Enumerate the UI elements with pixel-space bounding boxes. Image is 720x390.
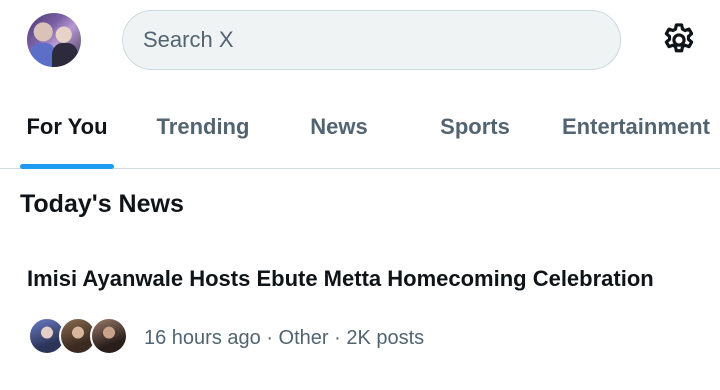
active-tab-indicator	[20, 164, 114, 169]
meta-separator: ·	[260, 327, 279, 349]
tab-label: Entertainment	[562, 113, 710, 139]
news-time: 16 hours ago	[144, 327, 261, 349]
tab-label: For You	[26, 113, 108, 139]
tab-news[interactable]: News	[300, 84, 378, 169]
search-bar[interactable]	[122, 10, 621, 70]
tab-for-you[interactable]: For You	[20, 84, 114, 169]
tab-bar: For You Trending News Sports Entertainme…	[0, 84, 720, 169]
avatar-figure-right	[52, 43, 78, 67]
search-input[interactable]	[143, 27, 620, 53]
section-title: Today's News	[20, 190, 184, 218]
news-item[interactable]: Imisi Ayanwale Hosts Ebute Metta Homecom…	[0, 250, 720, 390]
tab-trending[interactable]: Trending	[148, 84, 258, 169]
top-bar	[0, 0, 720, 84]
tab-label: Trending	[156, 113, 250, 139]
participant-avatars	[28, 317, 130, 357]
news-meta: 16 hours ago · Other · 2K posts	[144, 327, 424, 350]
participant-avatar	[90, 317, 128, 355]
tab-sports[interactable]: Sports	[430, 84, 520, 169]
tab-entertainment[interactable]: Entertainment	[562, 84, 720, 169]
tab-label: Sports	[440, 113, 510, 139]
meta-separator: ·	[328, 327, 347, 349]
news-headline[interactable]: Imisi Ayanwale Hosts Ebute Metta Homecom…	[27, 266, 654, 292]
gear-icon[interactable]	[660, 21, 698, 59]
news-category: Other	[278, 327, 329, 349]
news-post-count: 2K posts	[346, 327, 425, 349]
profile-avatar[interactable]	[27, 13, 81, 67]
tab-label: News	[310, 113, 368, 139]
